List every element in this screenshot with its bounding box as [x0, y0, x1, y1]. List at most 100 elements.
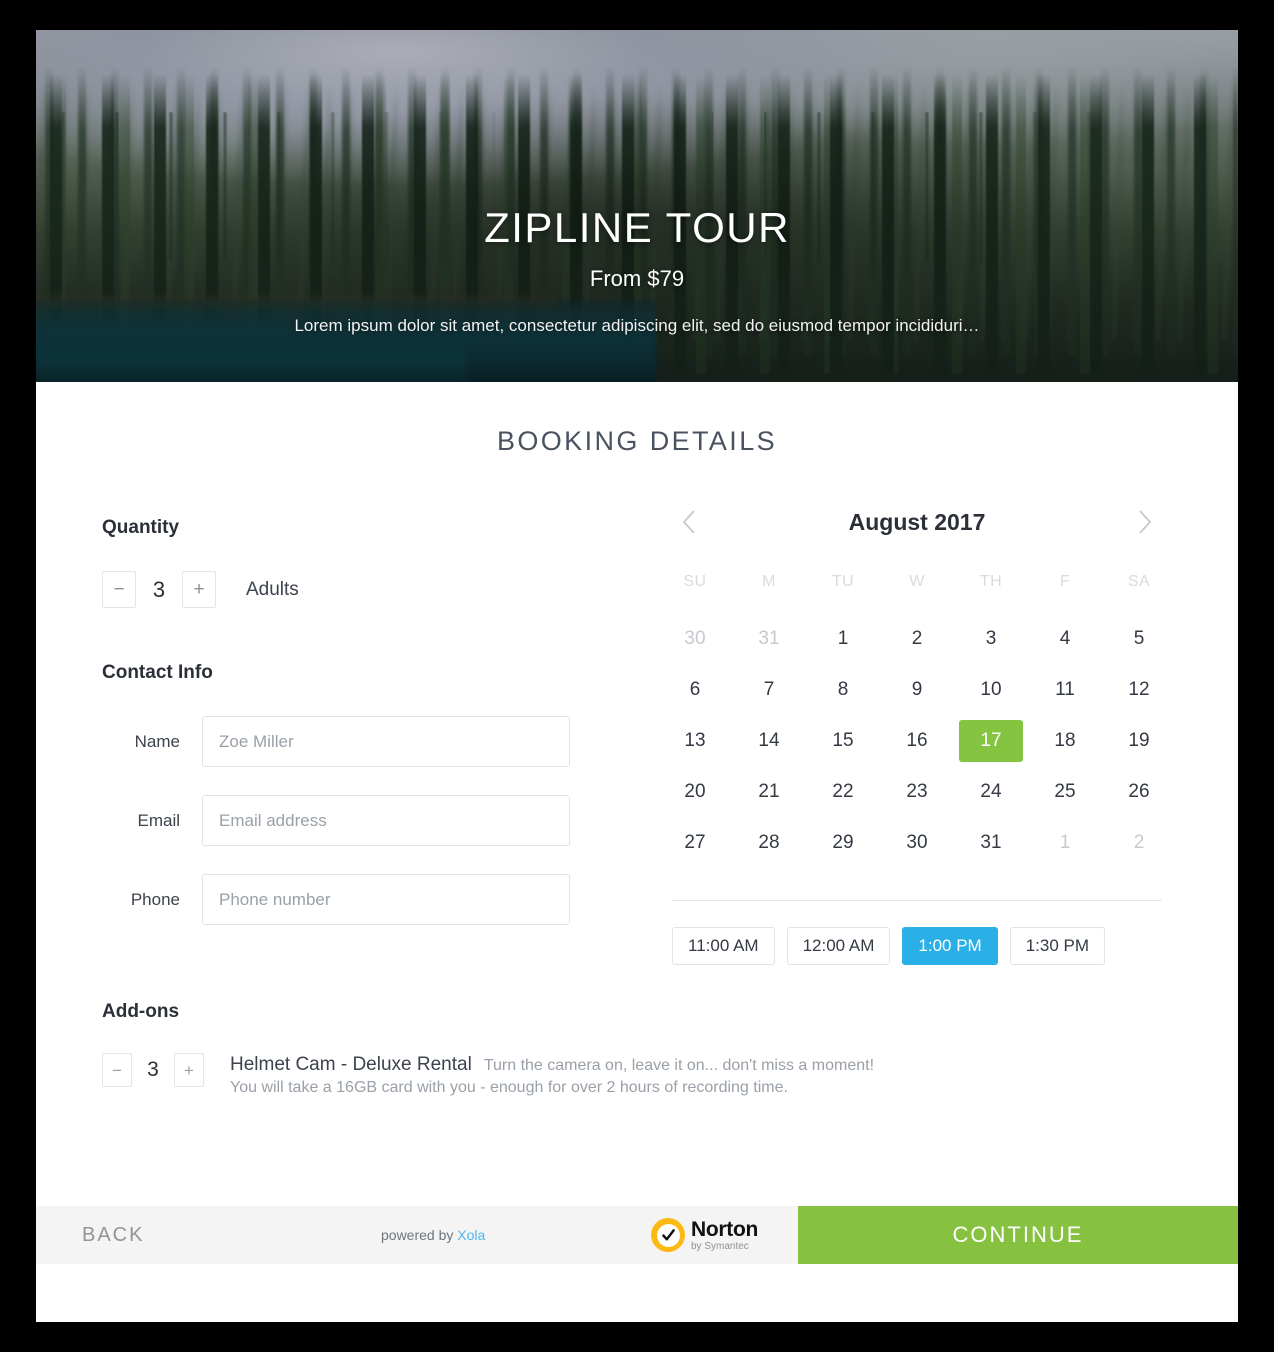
quantity-row: − 3 + Adults: [102, 571, 636, 608]
calendar-day-number: 10: [980, 678, 1002, 700]
calendar-day[interactable]: 23: [880, 766, 954, 817]
addon-decrement-button[interactable]: −: [102, 1053, 132, 1087]
calendar-day[interactable]: 2: [880, 613, 954, 664]
calendar-day-number: 22: [832, 780, 854, 802]
calendar-day[interactable]: 14: [732, 715, 806, 766]
calendar-day-number: 31: [980, 831, 1002, 853]
calendar-day-number: 12: [1128, 678, 1150, 700]
calendar-day: 1: [1028, 817, 1102, 868]
calendar-day[interactable]: 31: [954, 817, 1028, 868]
calendar-day-number: 14: [758, 729, 780, 751]
calendar-day[interactable]: 25: [1028, 766, 1102, 817]
calendar-day[interactable]: 19: [1102, 715, 1176, 766]
quantity-increment-button[interactable]: +: [182, 571, 216, 608]
calendar-weekday-f: F: [1059, 573, 1071, 590]
phone-label: Phone: [130, 889, 180, 909]
calendar-day-number: 2: [1133, 831, 1145, 853]
norton-badge[interactable]: Norton by Symantec: [651, 1218, 758, 1252]
time-slot[interactable]: 1:30 PM: [1009, 927, 1106, 965]
calendar-weekday-su: SU: [683, 573, 707, 590]
chevron-left-icon[interactable]: [672, 505, 706, 539]
calendar-day[interactable]: 4: [1028, 613, 1102, 664]
tour-title: ZIPLINE TOUR: [484, 204, 790, 251]
contact-field-email: Email: [102, 795, 636, 846]
tour-description: Lorem ipsum dolor sit amet, consectetur …: [294, 316, 980, 335]
calendar-day[interactable]: 6: [658, 664, 732, 715]
calendar-day-number: 30: [684, 627, 706, 649]
addon-increment-button[interactable]: +: [174, 1053, 204, 1087]
calendar-weekday-tu: TU: [831, 573, 855, 590]
calendar-day[interactable]: 30: [880, 817, 954, 868]
calendar-day[interactable]: 28: [732, 817, 806, 868]
calendar-day[interactable]: 12: [1102, 664, 1176, 715]
continue-button[interactable]: CONTINUE: [798, 1206, 1238, 1264]
calendar-day[interactable]: 27: [658, 817, 732, 868]
calendar-day[interactable]: 15: [806, 715, 880, 766]
calendar-day-number: 15: [832, 729, 854, 751]
norton-name: Norton: [691, 1217, 759, 1241]
name-input[interactable]: [202, 716, 570, 767]
calendar-day[interactable]: 7: [732, 664, 806, 715]
calendar-day-number: 13: [684, 729, 706, 751]
calendar-day-number: 2: [911, 627, 923, 649]
calendar-day-number: 6: [689, 678, 701, 700]
page-title: BOOKING DETAILS: [496, 426, 778, 456]
calendar-day-number: 1: [837, 627, 849, 649]
contact-field-phone: Phone: [102, 874, 636, 925]
powered-by-text: powered by: [381, 1227, 458, 1243]
calendar-day[interactable]: 26: [1102, 766, 1176, 817]
back-button[interactable]: BACK: [82, 1224, 144, 1247]
quantity-decrement-button[interactable]: −: [102, 571, 136, 608]
calendar-day[interactable]: 24: [954, 766, 1028, 817]
addons-section: Add-ons − 3 + Helmet Cam - Deluxe Rental…: [36, 1001, 1238, 1097]
calendar-day: 31: [732, 613, 806, 664]
calendar-day-number: 31: [758, 627, 780, 649]
contact-heading: Contact Info: [102, 662, 213, 683]
calendar-day[interactable]: 8: [806, 664, 880, 715]
calendar-day-number: 20: [684, 780, 706, 802]
calendar-day-number: 11: [1055, 678, 1075, 700]
calendar-day: 2: [1102, 817, 1176, 868]
email-input[interactable]: [202, 795, 570, 846]
contact-field-name: Name: [102, 716, 636, 767]
calendar-day[interactable]: 9: [880, 664, 954, 715]
quantity-value: 3: [152, 576, 166, 602]
xola-link[interactable]: Xola: [457, 1227, 485, 1243]
quantity-stepper: − 3 +: [102, 571, 216, 608]
calendar-day: 30: [658, 613, 732, 664]
calendar-day[interactable]: 16: [880, 715, 954, 766]
calendar-day[interactable]: 21: [732, 766, 806, 817]
time-slot-list: 11:00 AM 12:00 AM 1:00 PM 1:30 PM: [658, 901, 1176, 965]
calendar-day[interactable]: 22: [806, 766, 880, 817]
calendar-day-number: 30: [906, 831, 928, 853]
calendar-day[interactable]: 3: [954, 613, 1028, 664]
booking-widget: ZIPLINE TOUR From $79 Lorem ipsum dolor …: [36, 30, 1238, 1322]
time-slot-selected[interactable]: 1:00 PM: [902, 927, 998, 965]
powered-by-label: powered by Xola: [381, 1227, 485, 1243]
calendar-weekday-sa: SA: [1127, 573, 1151, 590]
calendar-day-number: 4: [1059, 627, 1071, 649]
calendar-day[interactable]: 29: [806, 817, 880, 868]
calendar-day[interactable]: 13: [658, 715, 732, 766]
calendar-day-number: 8: [837, 678, 849, 700]
time-slot[interactable]: 12:00 AM: [786, 927, 891, 965]
norton-subtitle: by Symantec: [691, 1240, 749, 1252]
time-slot[interactable]: 11:00 AM: [672, 927, 775, 965]
calendar-day[interactable]: 1: [806, 613, 880, 664]
phone-input[interactable]: [202, 874, 570, 925]
calendar-day-number: 28: [758, 831, 780, 853]
calendar-day[interactable]: 18: [1028, 715, 1102, 766]
calendar-day-selected[interactable]: 17: [954, 715, 1028, 766]
calendar-day[interactable]: 11: [1028, 664, 1102, 715]
chevron-right-icon[interactable]: [1128, 505, 1162, 539]
calendar-day[interactable]: 5: [1102, 613, 1176, 664]
calendar-day-number: 16: [906, 729, 928, 751]
calendar-day-number: 3: [985, 627, 997, 649]
calendar-day[interactable]: 20: [658, 766, 732, 817]
addon-tagline: Turn the camera on, leave it on... don't…: [483, 1057, 875, 1074]
addon-name: Helmet Cam - Deluxe Rental: [230, 1054, 472, 1075]
footer-left-area: BACK powered by Xola Norton by Symantec: [36, 1206, 798, 1264]
footer-bar: BACK powered by Xola Norton by Symantec …: [36, 1206, 1238, 1264]
calendar-day[interactable]: 10: [954, 664, 1028, 715]
calendar-day-number: 23: [906, 780, 928, 802]
